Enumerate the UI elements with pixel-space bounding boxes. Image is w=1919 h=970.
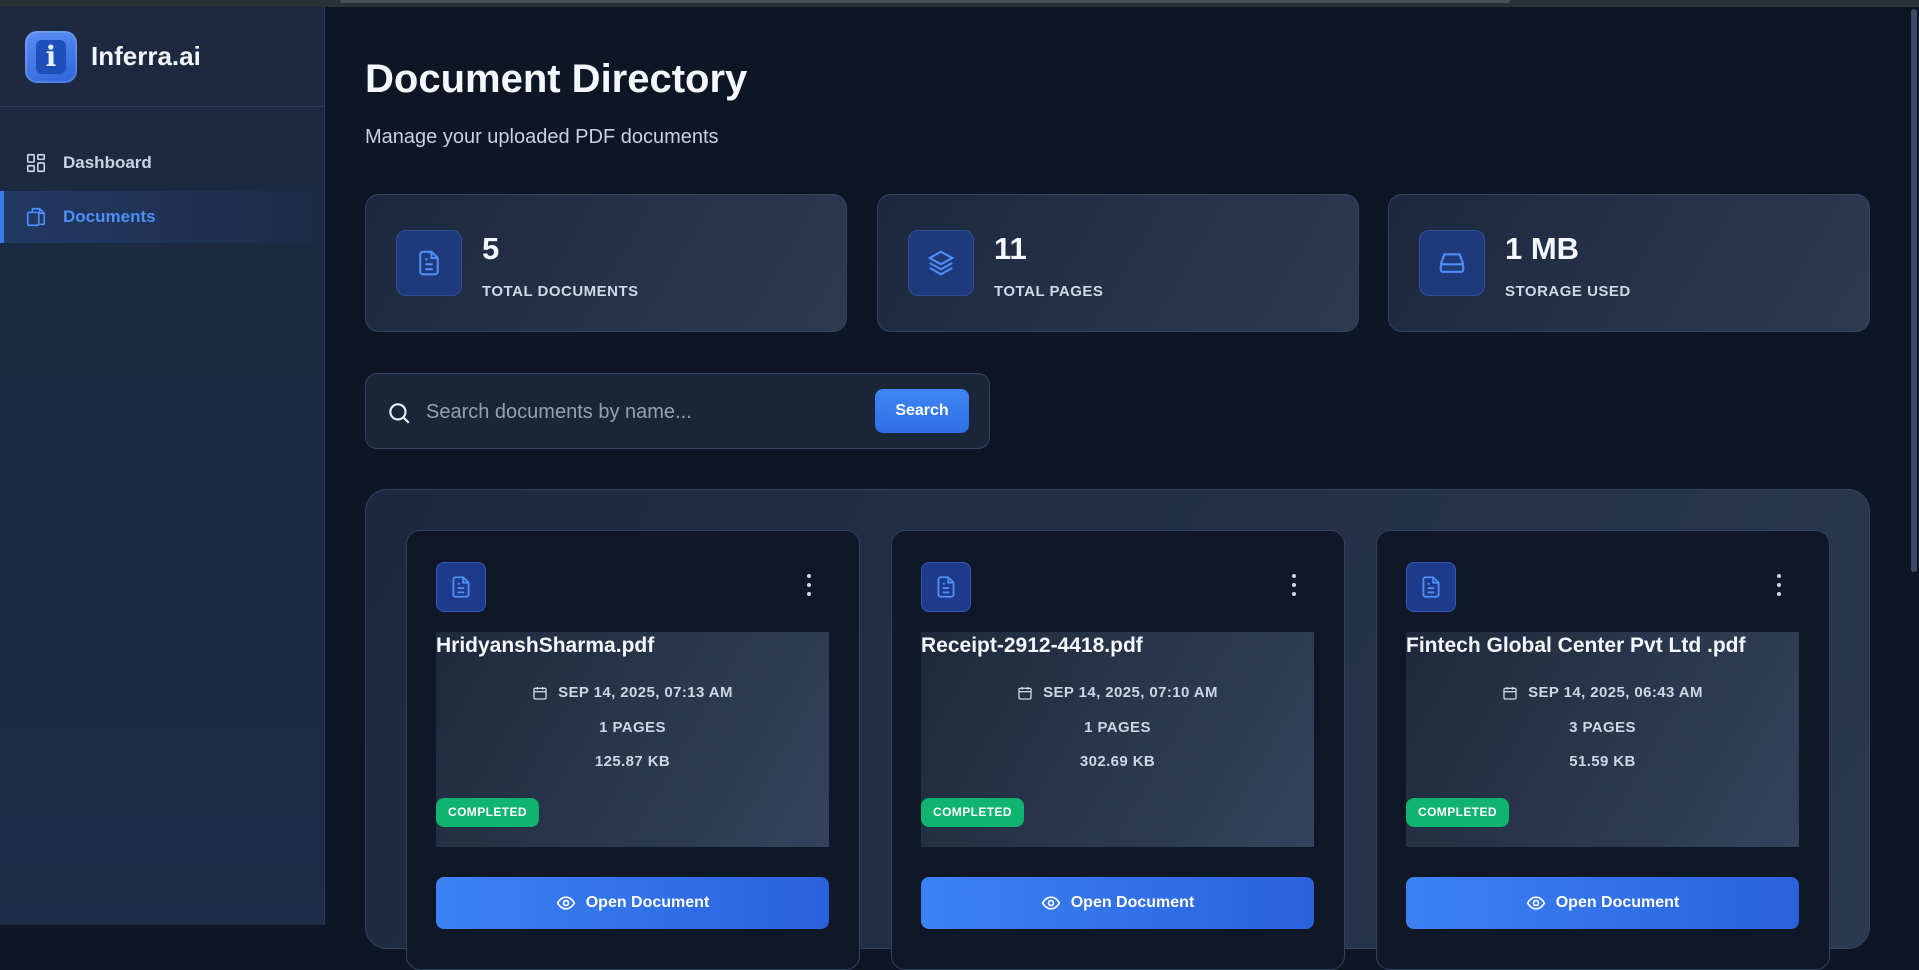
more-options-icon[interactable]	[805, 574, 813, 596]
file-text-icon	[921, 562, 971, 612]
search-button[interactable]: Search	[875, 389, 969, 433]
document-card[interactable]: Fintech Global Center Pvt Ltd .pdf SEP 1…	[1376, 530, 1830, 970]
open-document-button[interactable]: Open Document	[921, 877, 1314, 929]
document-card[interactable]: HridyanshSharma.pdf SEP 14, 2025, 07:13 …	[406, 530, 860, 970]
sidebar-nav: Dashboard Documents	[0, 107, 324, 243]
stat-value: 1 MB	[1505, 231, 1580, 266]
document-pages: 1 PAGES	[1084, 719, 1151, 736]
page-scrollbar[interactable]	[1909, 7, 1919, 925]
brand[interactable]: i Inferra.ai	[0, 7, 324, 107]
sidebar-item-label: Dashboard	[63, 153, 152, 172]
document-size: 125.87 KB	[594, 753, 671, 770]
stat-card-total-pages: 11 TOTAL PAGES	[877, 194, 1359, 332]
file-text-icon	[1406, 562, 1456, 612]
page-subtitle: Manage your uploaded PDF documents	[365, 126, 719, 148]
stat-value: 5	[482, 231, 500, 266]
status-badge: COMPLETED	[921, 798, 1024, 827]
eye-icon	[1526, 896, 1545, 910]
calendar-icon	[1503, 686, 1517, 700]
hard-drive-icon	[1419, 230, 1485, 296]
documents-panel: HridyanshSharma.pdf SEP 14, 2025, 07:13 …	[365, 489, 1870, 970]
search-icon	[389, 403, 410, 424]
status-badge: COMPLETED	[1406, 798, 1509, 827]
document-pages: 3 PAGES	[1569, 719, 1636, 736]
page-title: Document Directory	[365, 57, 748, 101]
open-document-label: Open Document	[1070, 894, 1195, 911]
calendar-icon	[1018, 686, 1032, 700]
open-document-label: Open Document	[1555, 894, 1680, 911]
sidebar-item-dashboard[interactable]: Dashboard	[0, 137, 324, 189]
brand-name: Inferra.ai	[91, 41, 201, 71]
stat-card-storage-used: 1 MB STORAGE USED	[1388, 194, 1870, 332]
document-date: SEP 14, 2025, 07:13 AM	[436, 684, 829, 701]
browser-tab-strip	[340, 0, 1510, 3]
document-details: Receipt-2912-4418.pdf SEP 14, 2025, 07:1…	[921, 632, 1314, 847]
brand-logo-icon: i	[25, 30, 77, 83]
sidebar: i Inferra.ai Dashboard Documents	[0, 7, 325, 925]
search-input[interactable]	[426, 392, 866, 432]
document-details: HridyanshSharma.pdf SEP 14, 2025, 07:13 …	[436, 632, 829, 847]
eye-icon	[556, 896, 575, 910]
more-options-icon[interactable]	[1775, 574, 1783, 596]
stat-label: TOTAL DOCUMENTS	[482, 283, 639, 300]
eye-icon	[1041, 896, 1060, 910]
sidebar-item-documents[interactable]: Documents	[0, 191, 324, 243]
browser-top-strip	[0, 0, 1919, 7]
search-bar: Search	[365, 373, 990, 449]
file-text-icon	[436, 562, 486, 612]
open-document-button[interactable]: Open Document	[436, 877, 829, 929]
scrollbar-thumb[interactable]	[1911, 9, 1917, 572]
status-badge: COMPLETED	[436, 798, 539, 827]
document-name: Receipt-2912-4418.pdf	[921, 634, 1143, 657]
document-name: HridyanshSharma.pdf	[436, 634, 655, 657]
calendar-icon	[533, 686, 547, 700]
brand-logo-glyph: i	[36, 39, 66, 74]
stat-value: 11	[994, 231, 1027, 266]
document-date-text: SEP 14, 2025, 07:10 AM	[1043, 684, 1218, 701]
document-details: Fintech Global Center Pvt Ltd .pdf SEP 1…	[1406, 632, 1799, 847]
documents-icon	[26, 207, 46, 227]
document-pages: 1 PAGES	[599, 719, 666, 736]
stat-label: STORAGE USED	[1505, 283, 1631, 300]
document-date-text: SEP 14, 2025, 06:43 AM	[1528, 684, 1703, 701]
more-options-icon[interactable]	[1290, 574, 1298, 596]
open-document-button[interactable]: Open Document	[1406, 877, 1799, 929]
document-card[interactable]: Receipt-2912-4418.pdf SEP 14, 2025, 07:1…	[891, 530, 1345, 970]
main-content: Document Directory Manage your uploaded …	[326, 7, 1919, 970]
document-date: SEP 14, 2025, 07:10 AM	[921, 684, 1314, 701]
stat-label: TOTAL PAGES	[994, 283, 1104, 300]
file-text-icon	[396, 230, 462, 296]
document-size: 51.59 KB	[1569, 753, 1636, 770]
sidebar-item-label: Documents	[63, 207, 156, 226]
layers-icon	[908, 230, 974, 296]
dashboard-grid-icon	[26, 153, 46, 173]
document-name: Fintech Global Center Pvt Ltd .pdf	[1406, 634, 1746, 657]
document-date-text: SEP 14, 2025, 07:13 AM	[558, 684, 733, 701]
open-document-label: Open Document	[585, 894, 710, 911]
document-date: SEP 14, 2025, 06:43 AM	[1406, 684, 1799, 701]
stat-card-total-documents: 5 TOTAL DOCUMENTS	[365, 194, 847, 332]
document-size: 302.69 KB	[1079, 753, 1156, 770]
